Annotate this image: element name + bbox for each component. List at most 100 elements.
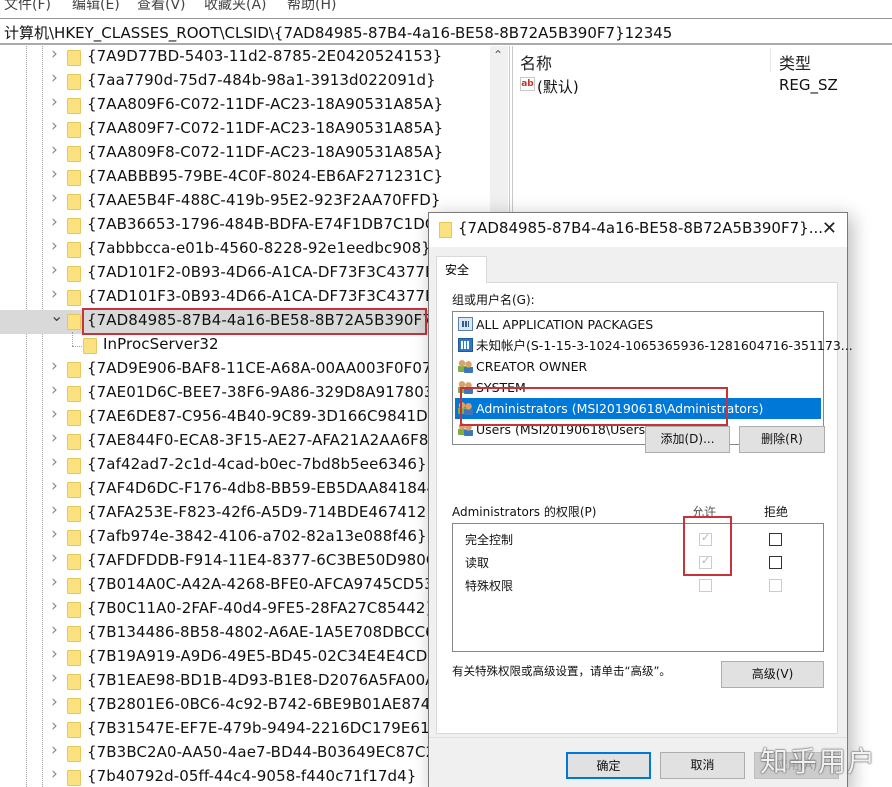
folder-icon — [67, 410, 81, 426]
user-list-item[interactable]: ALL APPLICATION PACKAGES — [455, 314, 821, 335]
add-button[interactable]: 添加(D)... — [645, 426, 730, 453]
close-icon[interactable]: ✕ — [822, 218, 837, 239]
menu-view[interactable]: 查看(V) — [137, 0, 186, 14]
dialog-titlebar[interactable]: {7AD84985-87B4-4a16-BE58-8B72A5B390F7}..… — [429, 213, 847, 247]
permissions-dialog: {7AD84985-87B4-4a16-BE58-8B72A5B390F7}..… — [428, 212, 853, 787]
column-divider[interactable] — [770, 48, 771, 72]
tree-item[interactable]: › {7AD101F3-0B93-4D66-A1CA-DF73F3C4377B} — [0, 286, 490, 310]
tree-item[interactable]: › {7AE844F0-ECA8-3F15-AE27-AFA21A2AA6F8} — [0, 430, 490, 454]
folder-icon — [67, 386, 81, 402]
tree-item[interactable]: › {7abbbcca-e01b-4560-8228-92e1eedbc908} — [0, 238, 490, 262]
address-bar[interactable]: 计算机\HKEY_CLASSES_ROOT\CLSID\{7AD84985-87… — [0, 18, 892, 45]
menu-favorites[interactable]: 收藏夹(A) — [204, 0, 267, 14]
tree-item[interactable]: › {7B31547E-EF7E-479b-9494-2216DC179E61} — [0, 718, 490, 742]
tree-item[interactable]: › {7AAE5B4F-488C-419b-95E2-923F2AA70FFD} — [0, 190, 490, 214]
chevron-right-icon[interactable]: › — [51, 238, 63, 255]
chevron-down-icon[interactable]: ⌄ — [50, 308, 63, 324]
chevron-right-icon[interactable]: › — [51, 382, 63, 399]
chevron-right-icon[interactable]: › — [51, 94, 63, 111]
scroll-up-icon[interactable]: ⌃ — [493, 48, 503, 62]
column-header-name[interactable]: 名称 — [520, 50, 552, 74]
chevron-right-icon[interactable]: › — [51, 622, 63, 639]
tab-security[interactable]: 安全 — [436, 256, 487, 283]
folder-icon — [67, 170, 81, 186]
chevron-right-icon[interactable]: › — [51, 358, 63, 375]
column-header-type[interactable]: 类型 — [779, 50, 811, 74]
tree-item[interactable]: › {7AE6DE87-C956-4B40-9C89-3D166C9841D3} — [0, 406, 490, 430]
menu-file[interactable]: 文件(F) — [4, 0, 51, 14]
chevron-right-icon[interactable]: › — [51, 406, 63, 423]
remove-button[interactable]: 删除(R) — [739, 426, 825, 453]
folder-icon — [67, 746, 81, 762]
chevron-right-icon[interactable]: › — [51, 766, 63, 783]
tree-item[interactable]: › {7AE01D6C-BEE7-38F6-9A86-329D8A917803} — [0, 382, 490, 406]
ok-button[interactable]: 确定 — [566, 752, 651, 779]
tree-item-label: {7AB36653-1796-484B-BDFA-E74F1DB7C1DC} — [87, 215, 446, 233]
menu-help[interactable]: 帮助(H) — [287, 0, 336, 14]
address-path[interactable]: 计算机\HKEY_CLASSES_ROOT\CLSID\{7AD84985-87… — [4, 22, 672, 43]
chevron-right-icon[interactable]: › — [51, 430, 63, 447]
tree-item[interactable]: › {7AA809F6-C072-11DF-AC23-18A90531A85A} — [0, 94, 490, 118]
tree-item[interactable]: › {7B1EAE98-BD1B-4D93-B1E8-D2076A5FA00A} — [0, 670, 490, 694]
tree-item[interactable]: › {7B2801E6-0BC6-4c92-B742-6BE9B01AE874} — [0, 694, 490, 718]
deny-checkbox[interactable] — [769, 556, 782, 569]
chevron-right-icon[interactable]: › — [51, 574, 63, 591]
tree-item[interactable]: › {7aa7790d-75d7-484b-98a1-3913d022091d} — [0, 70, 490, 94]
chevron-right-icon[interactable]: › — [51, 646, 63, 663]
tree-item[interactable]: › {7AA809F7-C072-11DF-AC23-18A90531A85A} — [0, 118, 490, 142]
tree-child-item[interactable]: InProcServer32 — [0, 332, 490, 358]
chevron-right-icon[interactable]: › — [51, 214, 63, 231]
user-list-item[interactable]: 未知帐户(S-1-15-3-1024-1065365936-1281604716… — [455, 335, 853, 356]
chevron-right-icon[interactable]: › — [51, 118, 63, 135]
tree-item[interactable]: › {7B19A919-A9D6-49E5-BD45-02C34E4E4CD5} — [0, 646, 490, 670]
chevron-right-icon[interactable]: › — [51, 190, 63, 207]
folder-icon — [67, 602, 81, 618]
tree-item[interactable]: › {7B0C11A0-2FAF-40d4-9FE5-28FA27C85442} — [0, 598, 490, 622]
folder-icon — [67, 650, 81, 666]
tree-item[interactable]: › {7b40792d-05ff-44c4-9058-f440c71f17d4} — [0, 766, 490, 787]
tree-item[interactable]: › {7af42ad7-2c1d-4cad-b0ec-7bd8b5ee6346} — [0, 454, 490, 478]
tree-item[interactable]: › {7AF4D6DC-F176-4db8-BB59-EB5DAA841844} — [0, 478, 490, 502]
chevron-right-icon[interactable]: › — [51, 286, 63, 303]
chevron-right-icon[interactable]: › — [51, 262, 63, 279]
chevron-right-icon[interactable]: › — [51, 502, 63, 519]
chevron-right-icon[interactable]: › — [51, 526, 63, 543]
tree-item[interactable]: › {7AABBB95-79BE-4C0F-8024-EB6AF271231C} — [0, 166, 490, 190]
tree-item[interactable]: › {7A9D77BD-5403-11d2-8785-2E0420524153} — [0, 46, 490, 70]
chevron-right-icon[interactable]: › — [51, 742, 63, 759]
tree-item[interactable]: › {7B014A0C-A42A-4268-BFE0-AFCA9745CD53} — [0, 574, 490, 598]
chevron-right-icon[interactable]: › — [51, 694, 63, 711]
chevron-right-icon[interactable]: › — [51, 670, 63, 687]
tree-item[interactable]: ⌄ {7AD84985-87B4-4a16-BE58-8B72A5B390F7} — [0, 308, 490, 335]
chevron-right-icon[interactable]: › — [51, 718, 63, 735]
chevron-right-icon[interactable]: › — [51, 478, 63, 495]
chevron-right-icon[interactable]: › — [51, 598, 63, 615]
chevron-right-icon[interactable]: › — [51, 70, 63, 87]
deny-checkbox[interactable] — [769, 579, 782, 592]
tree-item[interactable]: › {7AFA253E-F823-42f6-A5D9-714BDE467412} — [0, 502, 490, 526]
chevron-right-icon[interactable]: › — [51, 166, 63, 183]
chevron-right-icon[interactable]: › — [51, 454, 63, 471]
menu-edit[interactable]: 编辑(E) — [72, 0, 120, 14]
value-name[interactable]: (默认) — [537, 76, 579, 97]
tree-item[interactable]: › {7AA809F8-C072-11DF-AC23-18A90531A85A} — [0, 142, 490, 166]
permission-name: 读取 — [465, 556, 490, 570]
advanced-button[interactable]: 高级(V) — [721, 661, 824, 688]
chevron-right-icon[interactable]: › — [51, 46, 63, 63]
tree-item[interactable]: › {7AD9E906-BAF8-11CE-A68A-00AA003F0F07} — [0, 358, 490, 382]
tree-item[interactable]: › {7AD101F2-0B93-4D66-A1CA-DF73F3C4377B} — [0, 262, 490, 286]
chevron-right-icon[interactable]: › — [51, 550, 63, 567]
tree-item[interactable]: › {7AB36653-1796-484B-BDFA-E74F1DB7C1DC} — [0, 214, 490, 238]
cancel-button[interactable]: 取消 — [660, 752, 745, 779]
allow-checkbox[interactable] — [699, 579, 712, 592]
chevron-right-icon[interactable]: › — [51, 142, 63, 159]
tree-item[interactable]: › {7B134486-8B58-4802-A6AE-1A5E708DBCC6} — [0, 622, 490, 646]
tree-item[interactable]: › {7B3BC2A0-AA50-4ae7-BD44-B03649EC87C2} — [0, 742, 490, 766]
users-group-icon — [458, 359, 473, 373]
folder-icon — [67, 74, 81, 90]
tree-item-label: {7B19A919-A9D6-49E5-BD45-02C34E4E4CD5} — [87, 647, 447, 665]
user-list-item[interactable]: CREATOR OWNER — [455, 356, 821, 377]
deny-checkbox[interactable] — [769, 533, 782, 546]
tree-item[interactable]: › {7AFDFDDB-F914-11E4-8377-6C3BE50D980C} — [0, 550, 490, 574]
tree-item[interactable]: › {7afb974e-3842-4106-a702-82a13e088f46} — [0, 526, 490, 550]
